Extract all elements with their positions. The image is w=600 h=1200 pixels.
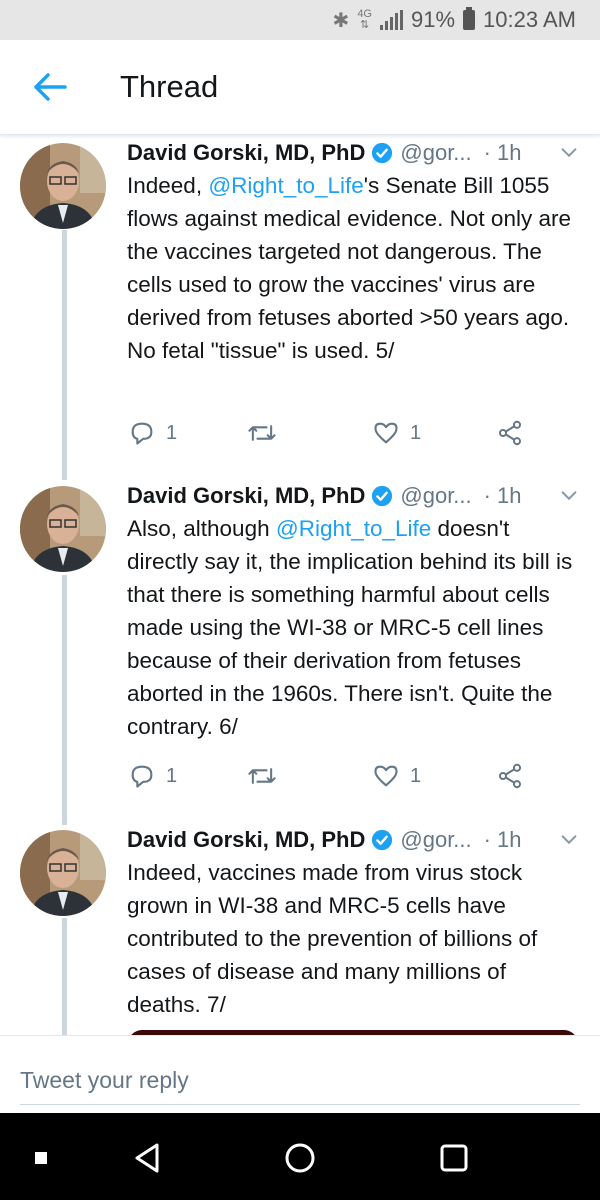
system-nav-bar bbox=[0, 1113, 600, 1200]
battery-percent: 91% bbox=[411, 7, 456, 32]
back-arrow-icon bbox=[34, 73, 67, 101]
avatar[interactable] bbox=[20, 830, 106, 916]
text-segment: Indeed, bbox=[127, 173, 209, 198]
signal-icon bbox=[380, 10, 403, 30]
mention-link[interactable]: @Right_to_Life bbox=[276, 516, 431, 541]
share-icon bbox=[498, 420, 522, 446]
tweet-header: David Gorski, MD, PhD @gor... · 1h bbox=[127, 822, 580, 858]
chevron-down-icon[interactable] bbox=[558, 142, 580, 164]
avatar[interactable] bbox=[20, 486, 106, 572]
square-recents-icon bbox=[440, 1144, 468, 1172]
network-label: 4G bbox=[357, 8, 372, 20]
author-handle[interactable]: @gor... bbox=[400, 483, 471, 509]
chevron-down-icon[interactable] bbox=[558, 485, 580, 507]
like-button[interactable]: 1 bbox=[372, 762, 421, 790]
author-handle[interactable]: @gor... bbox=[400, 827, 471, 853]
tweet-body: David Gorski, MD, PhD @gor... · 1h Indee… bbox=[127, 822, 580, 1021]
app-header: Thread bbox=[0, 40, 600, 135]
tweet-text: Indeed, @Right_to_Life's Senate Bill 105… bbox=[127, 169, 580, 367]
reply-button[interactable]: 1 bbox=[128, 419, 177, 447]
like-count: 1 bbox=[410, 764, 422, 787]
text-segment: Also, although bbox=[127, 516, 276, 541]
verified-badge-icon bbox=[372, 485, 393, 507]
tweet-body: David Gorski, MD, PhD @gor... · 1h Also,… bbox=[127, 478, 580, 743]
avatar[interactable] bbox=[20, 143, 106, 229]
like-button[interactable]: 1 bbox=[372, 419, 421, 447]
timestamp[interactable]: 1h bbox=[497, 827, 521, 853]
share-button[interactable] bbox=[496, 419, 524, 447]
separator: · bbox=[483, 827, 491, 852]
reply-icon bbox=[131, 765, 153, 788]
status-bar: ✱ 4G ⇅ 91% 10:23 AM bbox=[0, 0, 600, 40]
retweet-button[interactable] bbox=[246, 419, 278, 447]
thread-connector bbox=[62, 575, 67, 825]
retweet-button[interactable] bbox=[246, 762, 278, 790]
separator: · bbox=[483, 483, 491, 508]
tweet-body: David Gorski, MD, PhD @gor... · 1h Indee… bbox=[127, 135, 580, 367]
tweet-actions: 1 1 bbox=[128, 413, 528, 453]
text-segment: Indeed, vaccines made from virus stock g… bbox=[127, 860, 538, 1017]
author-name[interactable]: David Gorski, MD, PhD bbox=[127, 483, 365, 509]
back-button[interactable] bbox=[20, 57, 80, 117]
square-dot-icon bbox=[35, 1152, 47, 1164]
thread-connector bbox=[62, 918, 67, 1035]
bluetooth-icon: ✱ bbox=[332, 9, 350, 32]
mention-link[interactable]: @Right_to_Life bbox=[208, 173, 363, 198]
verified-badge-icon bbox=[372, 829, 393, 851]
chevron-down-icon[interactable] bbox=[558, 829, 580, 851]
triangle-back-icon bbox=[135, 1143, 159, 1173]
circle-home-icon bbox=[285, 1143, 315, 1173]
thread-list[interactable]: David Gorski, MD, PhD @gor... · 1h Indee… bbox=[0, 135, 600, 1035]
reply-bar bbox=[0, 1035, 600, 1114]
author-name[interactable]: David Gorski, MD, PhD bbox=[127, 827, 365, 853]
page-title: Thread bbox=[120, 69, 219, 104]
text-segment: doesn't directly say it, the implication… bbox=[127, 516, 573, 739]
tweet-header: David Gorski, MD, PhD @gor... · 1h bbox=[127, 135, 580, 171]
reply-input[interactable] bbox=[20, 1056, 580, 1105]
reply-count: 1 bbox=[166, 764, 178, 787]
separator: · bbox=[483, 140, 491, 165]
nav-recents-button[interactable] bbox=[427, 1131, 481, 1185]
network-type-icon: 4G ⇅ bbox=[357, 8, 372, 31]
retweet-icon bbox=[248, 768, 276, 784]
share-icon bbox=[498, 763, 522, 789]
clock: 10:23 AM bbox=[483, 7, 576, 32]
tweet-text: Indeed, vaccines made from virus stock g… bbox=[127, 856, 580, 1021]
share-button[interactable] bbox=[496, 762, 524, 790]
verified-badge-icon bbox=[372, 142, 393, 164]
reply-count: 1 bbox=[166, 421, 178, 444]
timestamp[interactable]: 1h bbox=[497, 140, 521, 166]
recent-indicator-button[interactable] bbox=[14, 1131, 68, 1185]
timestamp[interactable]: 1h bbox=[497, 483, 521, 509]
heart-icon bbox=[374, 422, 398, 444]
author-name[interactable]: David Gorski, MD, PhD bbox=[127, 140, 365, 166]
reply-icon bbox=[131, 422, 153, 445]
tweet-text: Also, although @Right_to_Life doesn't di… bbox=[127, 512, 580, 743]
reply-button[interactable]: 1 bbox=[128, 762, 177, 790]
heart-icon bbox=[374, 765, 398, 787]
nav-home-button[interactable] bbox=[273, 1131, 327, 1185]
tweet-header: David Gorski, MD, PhD @gor... · 1h bbox=[127, 478, 580, 514]
author-handle[interactable]: @gor... bbox=[400, 140, 471, 166]
like-count: 1 bbox=[410, 421, 422, 444]
tweet-actions: 1 1 bbox=[128, 756, 528, 796]
thread-connector bbox=[62, 230, 67, 480]
text-segment: 's Senate Bill 1055 flows against medica… bbox=[127, 173, 571, 363]
battery-icon bbox=[463, 7, 476, 30]
retweet-icon bbox=[248, 425, 276, 441]
nav-back-button[interactable] bbox=[120, 1131, 174, 1185]
